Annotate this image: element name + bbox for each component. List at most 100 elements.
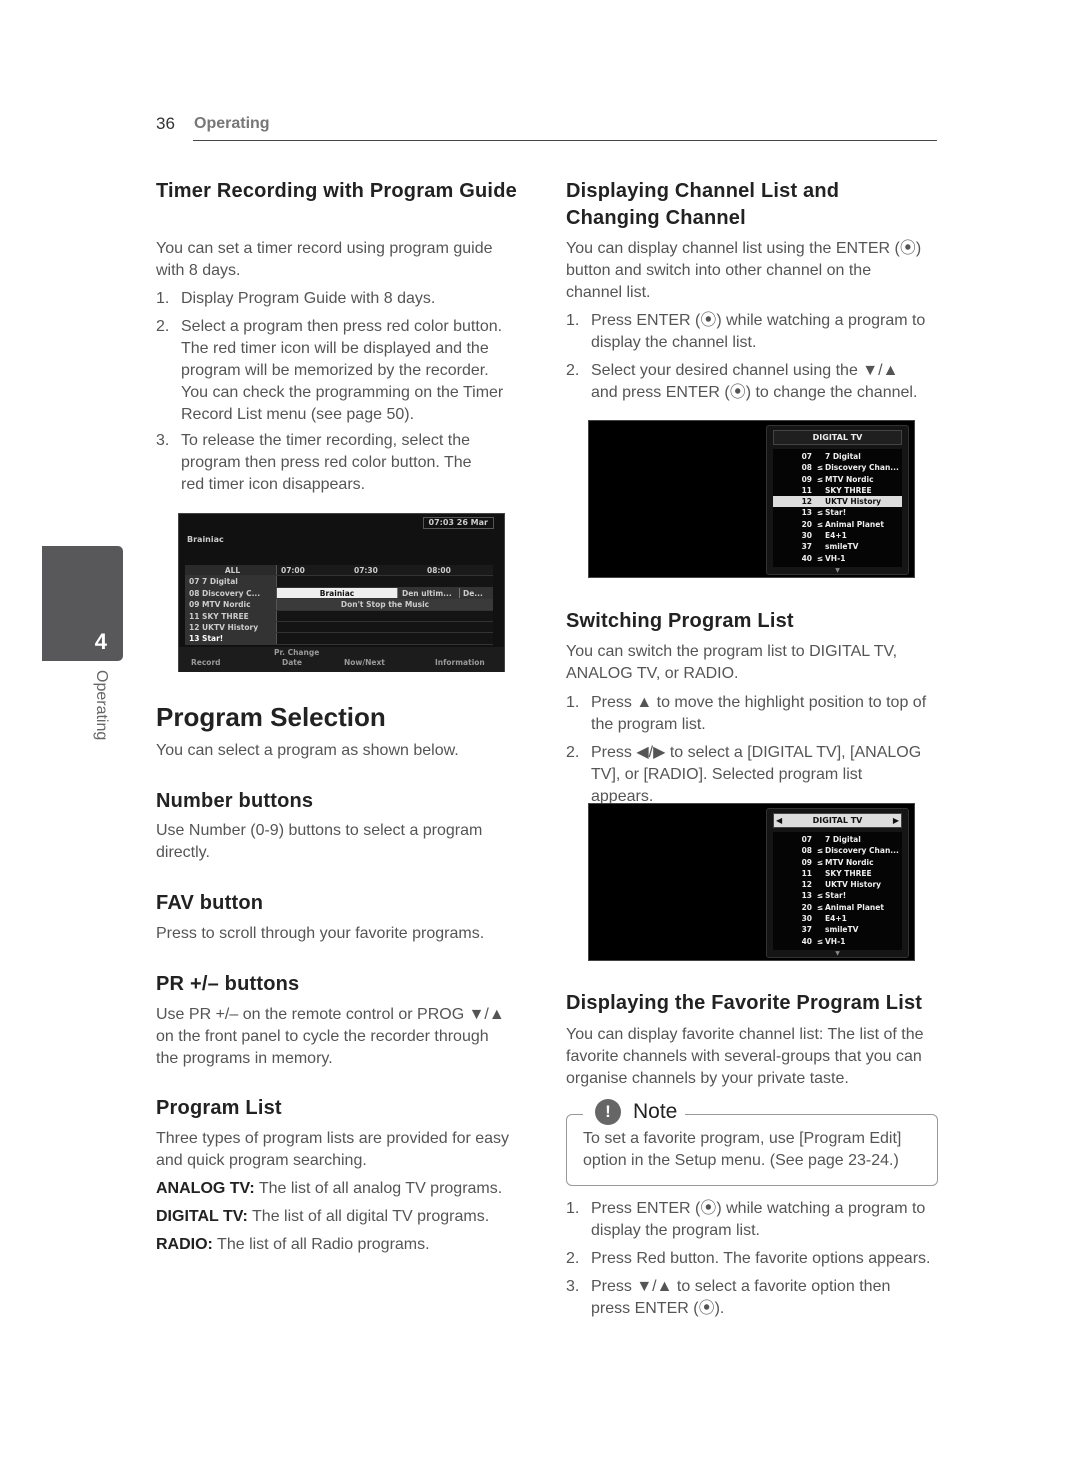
channel-name: VH-1 xyxy=(825,553,846,563)
def-term: RADIO: xyxy=(156,1236,213,1253)
channel-name: Animal Planet xyxy=(825,902,884,912)
step-text: Press Red button. The favorite options a… xyxy=(591,1250,931,1267)
step-number: 1. xyxy=(156,290,170,307)
channel-list-intro: You can display channel list using the E… xyxy=(566,240,922,301)
channel-row[interactable]: 08 ≤ Discovery Chan... xyxy=(773,845,902,856)
step-text: Display Program Guide with 8 days. xyxy=(181,290,436,307)
guide-channel[interactable]: 13 Star! xyxy=(185,633,277,644)
program-guide-screenshot: 07:03 26 Mar Brainiac ALL 07:00 07:30 08:0… xyxy=(178,513,505,672)
chapter-tab: 4 xyxy=(42,546,123,661)
key-information: Information xyxy=(435,658,485,667)
step-text: Select a program then press red color bu… xyxy=(181,318,504,423)
channel-num: 37 xyxy=(801,925,812,935)
channel-name: smileTV xyxy=(825,542,859,552)
def-digital: DIGITAL TV: The list of all digital TV p… xyxy=(156,1206,518,1228)
scroll-down-icon[interactable]: ▼ xyxy=(767,950,908,957)
program-list-screenshot: ◀ DIGITAL TV ▶ 07 7 Digital 08 ≤ Discovery Chan… xyxy=(588,803,915,961)
channel-fav: ≤ xyxy=(816,508,824,518)
step-number: 2. xyxy=(156,318,170,335)
channel-fav: ≤ xyxy=(816,474,824,484)
channel-row[interactable]: 20 ≤ Animal Planet xyxy=(773,519,902,530)
channel-row[interactable]: 37 smileTV xyxy=(773,924,902,935)
step-text: Press ◀/▶ to select a [DIGITAL TV], [ANA… xyxy=(591,744,922,805)
guide-channel[interactable]: 07 7 Digital xyxy=(185,576,277,587)
channel-step: 1. Press ENTER (⦿) while watching a progr… xyxy=(566,310,940,354)
arrow-right-icon[interactable]: ▶ xyxy=(893,814,899,827)
guide-channel[interactable]: 08 Discovery C... xyxy=(185,587,277,599)
pr-buttons-title: PR +/– buttons xyxy=(156,973,300,995)
channel-num: 40 xyxy=(801,553,812,563)
channel-row[interactable]: 37 smileTV xyxy=(773,541,902,552)
favorite-step: 1. Press ENTER (⦿) while watching a progr… xyxy=(566,1198,940,1242)
pr-buttons-text: Use PR +/– on the remote control or PROG… xyxy=(156,1006,505,1067)
guide-channel[interactable]: 09 MTV Nordic xyxy=(185,599,277,610)
channel-name: Discovery Chan... xyxy=(825,463,899,473)
step-text: Select your desired channel using the ▼/… xyxy=(591,362,918,401)
guide-program-selected[interactable]: Brainiac xyxy=(277,587,397,599)
channel-fav xyxy=(815,879,825,890)
guide-clock: 07:03 26 Mar xyxy=(422,517,494,529)
channel-row[interactable]: 08 ≤ Discovery Chan... xyxy=(773,462,902,473)
guide-filter[interactable]: ALL xyxy=(185,565,277,576)
scroll-down-icon[interactable]: ▼ xyxy=(767,567,908,574)
channel-num: 09 xyxy=(801,857,812,867)
channel-row[interactable]: 11 SKY THREE xyxy=(773,485,902,496)
channel-num: 13 xyxy=(801,891,812,901)
channel-name: Discovery Chan... xyxy=(825,846,899,856)
channel-num: 08 xyxy=(801,463,812,473)
channel-row[interactable]: 13 ≤ Star! xyxy=(773,890,902,901)
channel-name: Animal Planet xyxy=(825,519,884,529)
channel-row[interactable]: 09 ≤ MTV Nordic xyxy=(773,857,902,868)
channel-row[interactable]: 40 ≤ VH-1 xyxy=(773,553,902,564)
channel-fav xyxy=(815,924,825,935)
key-now-next: Now/Next xyxy=(344,658,385,667)
program-selection-intro: You can select a program as shown below. xyxy=(156,742,459,759)
time-label: 07:00 xyxy=(281,566,305,575)
favorite-intro: You can display favorite channel list: T… xyxy=(566,1026,924,1087)
guide-program[interactable]: De... xyxy=(459,587,493,599)
channel-fav: ≤ xyxy=(816,902,824,912)
channel-row[interactable]: 11 SKY THREE xyxy=(773,868,902,879)
channel-num: 30 xyxy=(801,914,812,924)
guide-channel[interactable]: 12 UKTV History xyxy=(185,621,277,633)
channel-row[interactable]: 12 UKTV History xyxy=(773,879,902,890)
channel-row[interactable]: 07 7 Digital xyxy=(773,451,902,462)
guide-program[interactable]: Den ultim... xyxy=(397,587,459,599)
page-number: 36 xyxy=(156,114,175,133)
guide-program[interactable]: Don't Stop the Music xyxy=(277,599,493,610)
guide-channel[interactable]: 11 SKY THREE xyxy=(185,610,277,621)
osd-title: DIGITAL TV xyxy=(773,430,902,445)
channel-row[interactable]: 07 7 Digital xyxy=(773,834,902,845)
channel-num: 11 xyxy=(801,868,812,878)
channel-list-title: Displaying Channel List and Changing Cha… xyxy=(566,180,840,229)
channel-name: E4+1 xyxy=(825,914,847,924)
channel-row[interactable]: 30 E4+1 xyxy=(773,530,902,541)
step-text: Press ▲ to move the highlight position t… xyxy=(591,694,927,733)
switching-intro: You can switch the program list to DIGIT… xyxy=(566,643,898,682)
def-analog: ANALOG TV: The list of all analog TV pro… xyxy=(156,1178,518,1200)
step-text: To release the timer recording, select t… xyxy=(181,432,472,493)
channel-fav xyxy=(815,834,825,845)
channel-fav: ≤ xyxy=(816,519,824,529)
step-number: 1. xyxy=(566,312,580,329)
def-desc: The list of all digital TV programs. xyxy=(247,1208,490,1225)
channel-name: SKY THREE xyxy=(825,485,872,495)
channel-row[interactable]: 20 ≤ Animal Planet xyxy=(773,902,902,913)
channel-row[interactable]: 40 ≤ VH-1 xyxy=(773,936,902,947)
channel-row[interactable]: 12 UKTV History xyxy=(773,496,902,508)
osd-title: DIGITAL TV xyxy=(812,816,863,825)
channel-name: UKTV History xyxy=(825,880,882,890)
channel-fav: ≤ xyxy=(816,936,824,946)
timer-intro: You can set a timer record using program… xyxy=(156,240,493,279)
arrow-left-icon[interactable]: ◀ xyxy=(776,814,782,827)
channel-num: 30 xyxy=(801,531,812,541)
channel-fav xyxy=(815,530,825,541)
channel-fav xyxy=(815,541,825,552)
channel-row[interactable]: 13 ≤ Star! xyxy=(773,507,902,518)
channel-row[interactable]: 09 ≤ MTV Nordic xyxy=(773,474,902,485)
channel-row[interactable]: 30 E4+1 xyxy=(773,913,902,924)
def-desc: The list of all analog TV programs. xyxy=(254,1180,503,1197)
step-number: 3. xyxy=(156,432,170,449)
channel-list-screenshot: DIGITAL TV 07 7 Digital 08 ≤ Discovery Chan..… xyxy=(588,420,915,578)
def-term: DIGITAL TV: xyxy=(156,1208,248,1225)
